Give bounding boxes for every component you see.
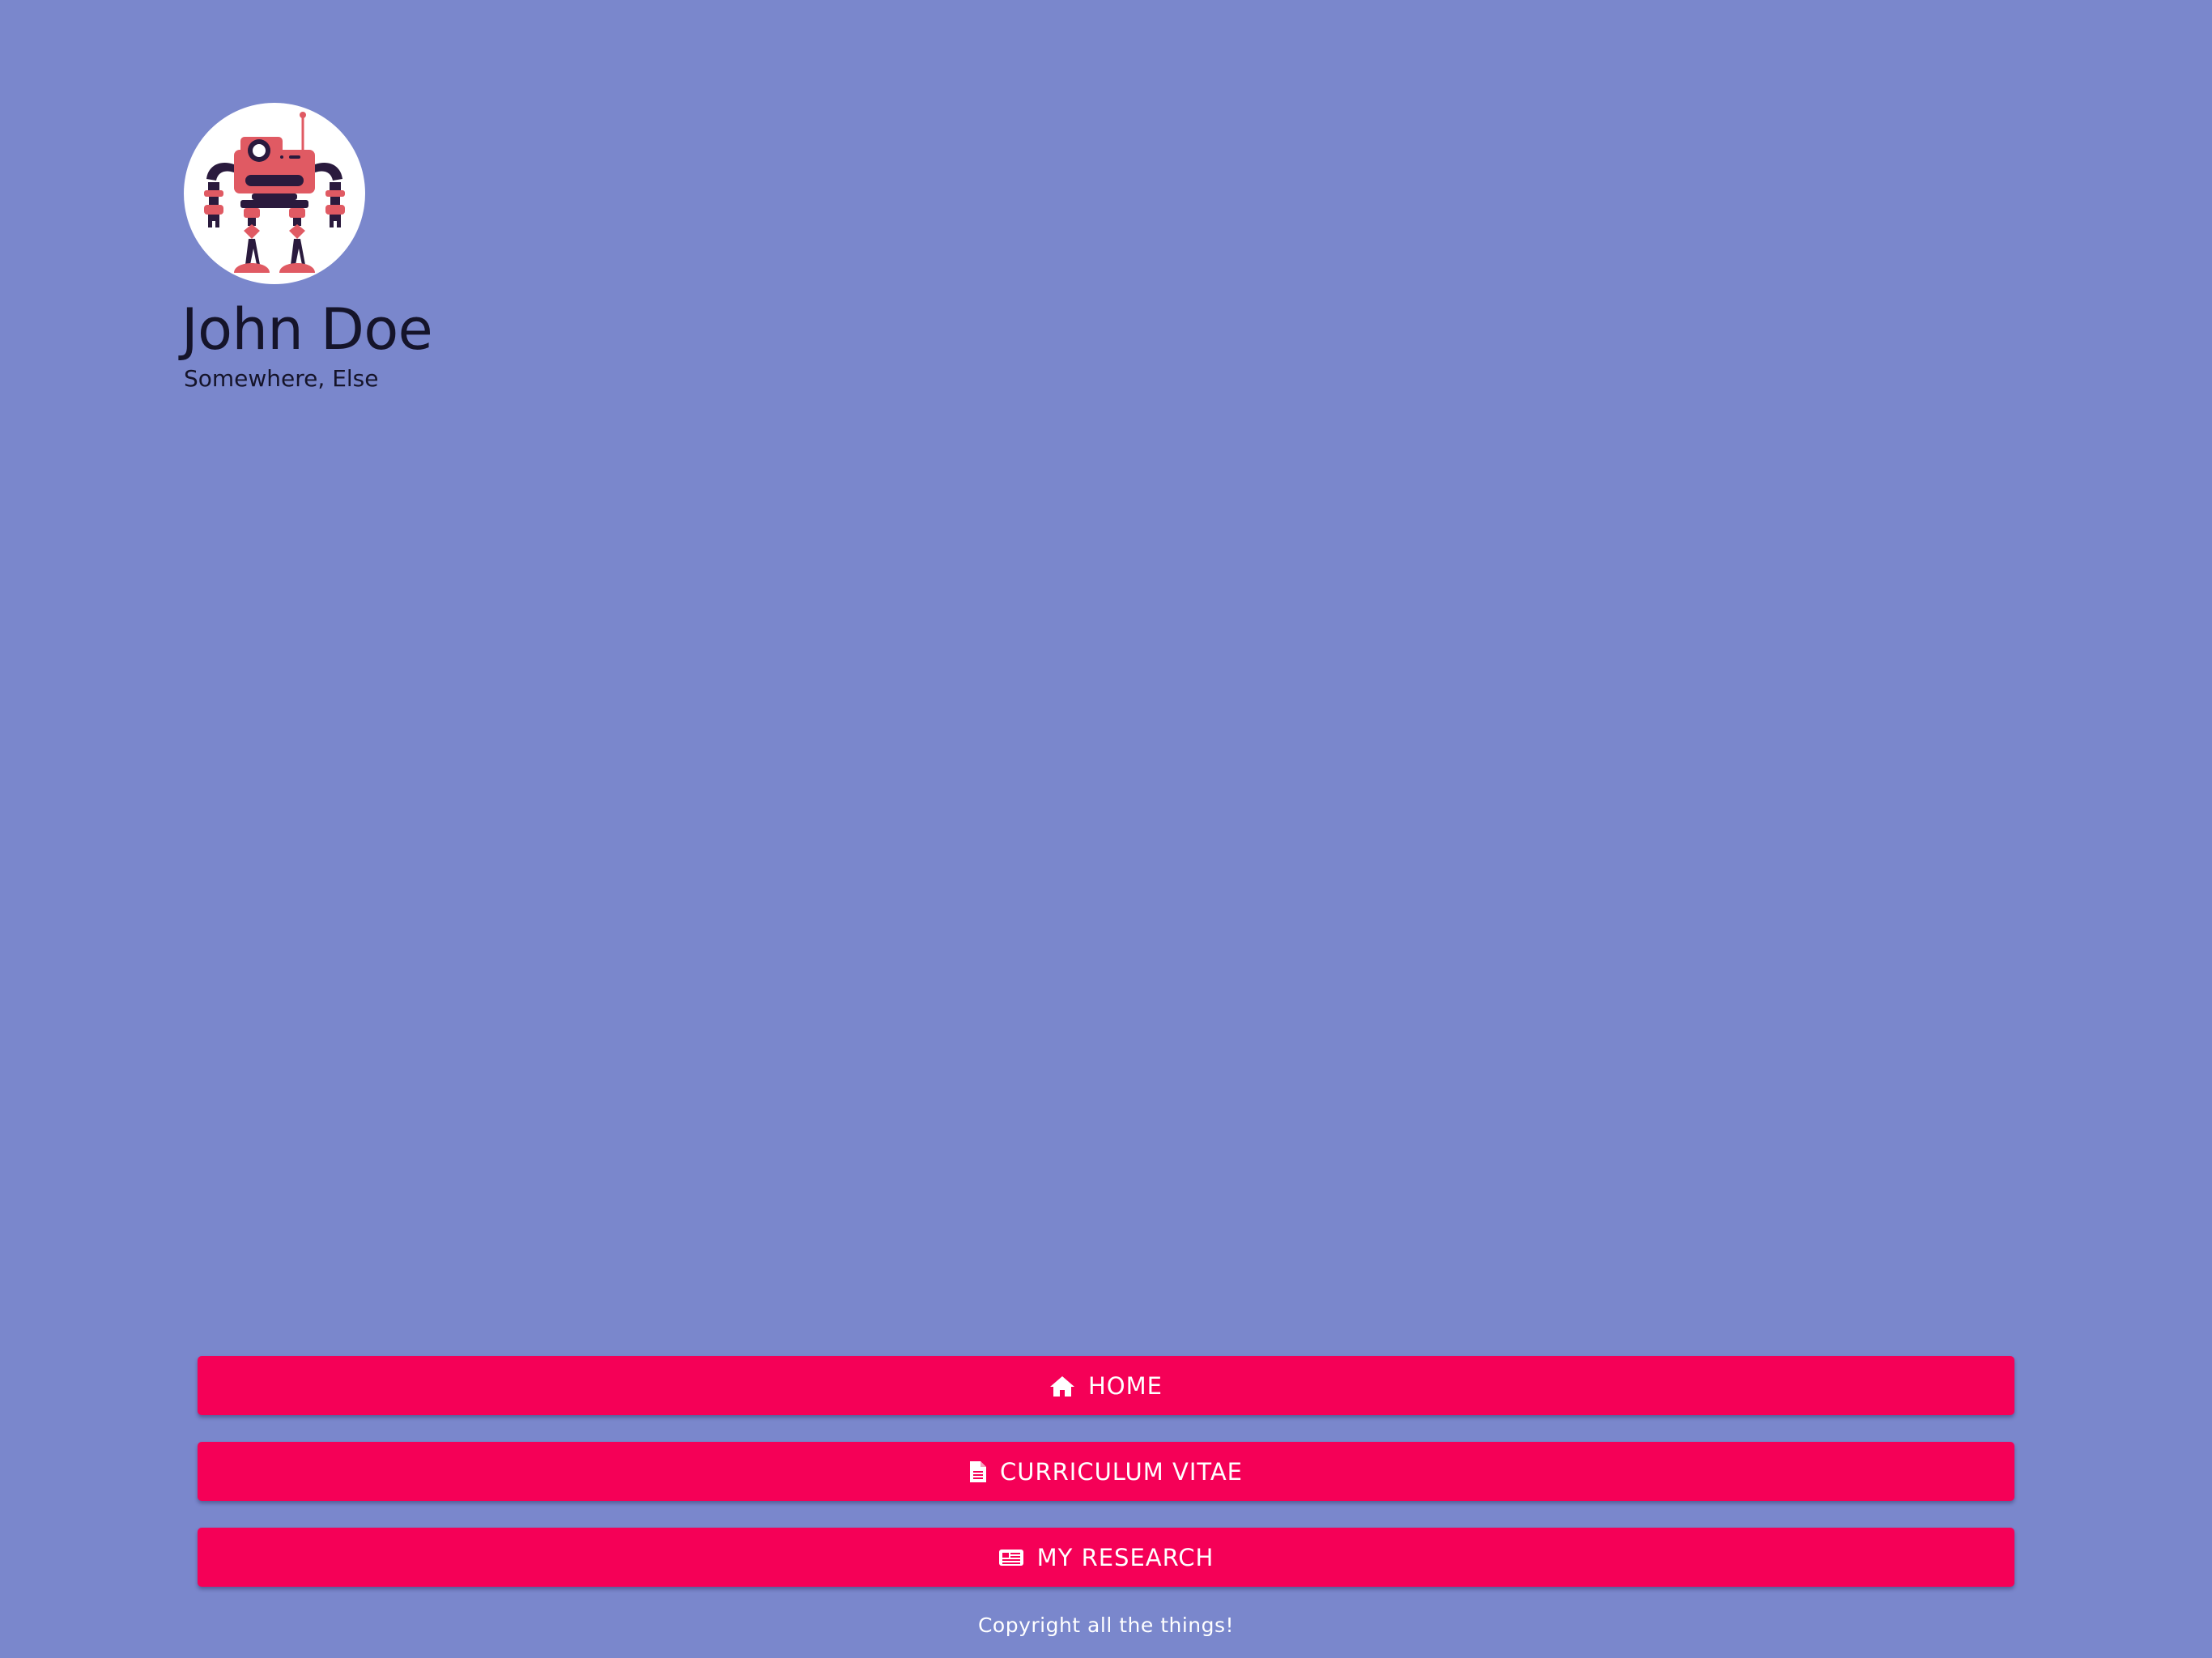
home-icon — [1049, 1375, 1075, 1397]
main-nav: HOME CURRICULUM VITAE MY RESEARCH — [198, 1356, 2014, 1613]
profile-name: John Doe — [181, 296, 433, 363]
profile-card: John Doe Somewhere, Else — [181, 103, 433, 392]
home-button[interactable]: HOME — [198, 1356, 2014, 1415]
footer-copyright: Copyright all the things! — [977, 1613, 1235, 1637]
robot-icon — [204, 112, 345, 273]
document-icon — [969, 1460, 987, 1483]
curriculum-vitae-button[interactable]: CURRICULUM VITAE — [198, 1442, 2014, 1501]
avatar — [184, 103, 365, 284]
my-research-button[interactable]: MY RESEARCH — [198, 1528, 2014, 1587]
profile-location: Somewhere, Else — [184, 364, 379, 392]
curriculum-vitae-button-label: CURRICULUM VITAE — [1000, 1457, 1243, 1486]
my-research-button-label: MY RESEARCH — [1036, 1543, 1214, 1571]
home-button-label: HOME — [1088, 1371, 1163, 1400]
newspaper-icon — [998, 1548, 1024, 1567]
